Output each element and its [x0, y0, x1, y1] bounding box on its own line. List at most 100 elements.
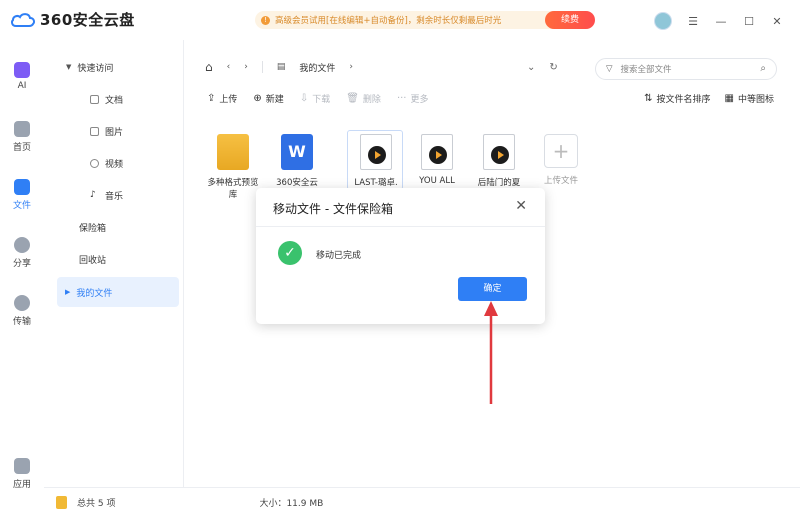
confirm-button[interactable]: 确定 — [458, 277, 527, 301]
status-bar: 总共 5 项 大小：11.9 MB — [44, 487, 800, 517]
sidebar-item-label: 视频 — [105, 159, 124, 170]
info-icon: ! — [261, 15, 270, 25]
cloud-logo-icon — [11, 12, 35, 27]
sidebar-item-videos[interactable]: 视频 — [90, 148, 180, 178]
sidebar-item-label: 我的文件 — [76, 288, 113, 299]
rail-item-share[interactable]: 分享 — [0, 237, 44, 269]
view-mode-button[interactable]: ▦ 中等图标 — [725, 92, 774, 105]
menu-icon[interactable]: ☰ — [686, 14, 700, 28]
forward-icon[interactable]: › — [244, 62, 248, 72]
close-icon[interactable]: ✕ — [515, 198, 527, 214]
sort-label: 按文件名排序 — [656, 95, 711, 105]
rail-item-transfer[interactable]: 传输 — [0, 295, 44, 327]
upload-tile[interactable]: + 上传文件 — [533, 134, 589, 186]
maximize-icon[interactable]: ☐ — [742, 14, 756, 28]
music-icon: ♪ — [90, 189, 96, 200]
transfer-icon — [14, 295, 30, 311]
expand-triangle-icon: ▶ — [65, 288, 71, 296]
search-icon[interactable]: ⌕ — [760, 63, 766, 74]
home-icon — [14, 121, 30, 137]
rail-label: 应用 — [12, 480, 31, 490]
breadcrumb-current[interactable]: 我的文件 — [299, 61, 335, 74]
nav-actions: ⌄ ↻ — [527, 62, 558, 73]
video-file-icon — [421, 134, 453, 170]
home-icon[interactable]: ⌂ — [205, 60, 213, 74]
new-label: 新建 — [265, 95, 284, 105]
filter-icon[interactable]: ▽ — [606, 64, 613, 74]
sidebar-item-my-files[interactable]: ▶ 我的文件 — [57, 277, 179, 307]
delete-label: 删除 — [362, 95, 381, 105]
sidebar-item-images[interactable]: 图片 — [90, 116, 180, 146]
video-file-icon — [360, 134, 392, 170]
back-icon[interactable]: ‹ — [227, 62, 231, 72]
upload-button[interactable]: ⇪ 上传 — [207, 92, 237, 105]
file-item[interactable]: LAST-璐卓. — [348, 134, 404, 188]
download-icon: ⇩ — [299, 93, 309, 104]
file-name: YOU ALL — [419, 176, 455, 186]
upload-icon: ⇪ — [207, 93, 216, 104]
avatar[interactable] — [654, 12, 672, 30]
image-icon — [90, 126, 99, 136]
divider — [256, 226, 545, 227]
window-controls: ☰ — ☐ ✕ — [654, 12, 784, 30]
sidebar-item-documents[interactable]: 文档 — [90, 84, 180, 114]
ellipsis-icon: ··· — [396, 93, 407, 104]
file-name: 360安全云 — [276, 178, 318, 188]
rail-item-apps[interactable]: 应用 — [0, 458, 44, 490]
sidebar-item-quick-access[interactable]: ▼ 快速访问 — [58, 52, 180, 82]
folder-path-icon: ▤ — [276, 62, 286, 72]
minimize-icon[interactable]: — — [714, 14, 728, 28]
sidebar: ▼ 快速访问 文档 图片 视频 ♪ 音乐 保险箱 回收站 ▶ 我的文件 — [44, 40, 184, 487]
file-icon — [14, 179, 30, 195]
folder-icon — [217, 134, 249, 170]
upload-tile-label: 上传文件 — [543, 176, 578, 186]
more-button[interactable]: ··· 更多 — [397, 92, 429, 105]
sidebar-item-vault[interactable]: 保险箱 — [58, 212, 180, 242]
dialog-message: 移动已完成 — [316, 251, 362, 261]
delete-button[interactable]: 🗑 删除 — [346, 92, 381, 105]
file-item[interactable]: 后陆门的夏 — [471, 134, 527, 188]
more-label: 更多 — [410, 95, 429, 105]
close-icon[interactable]: ✕ — [770, 14, 784, 28]
view-options: ⇅ 按文件名排序 ▦ 中等图标 — [644, 92, 774, 105]
collapse-triangle-icon: ▼ — [66, 63, 72, 71]
chevron-down-icon[interactable]: ⌄ — [527, 62, 535, 73]
move-complete-dialog: 移动文件 - 文件保险箱 ✕ ✓ 移动已完成 确定 — [256, 188, 545, 324]
search-placeholder: 搜索全部文件 — [620, 65, 672, 75]
title-bar: 360安全云盘 ! 高级会员试用[在线编辑+自动备份]，剩余时长仅剩最后时光 续… — [0, 0, 800, 40]
new-button[interactable]: ⊕ 新建 — [253, 92, 283, 105]
rail-label: 文件 — [12, 201, 31, 211]
sort-button[interactable]: ⇅ 按文件名排序 — [644, 92, 710, 105]
sidebar-item-label: 快速访问 — [77, 63, 114, 74]
app-logo: 360安全云盘 — [10, 9, 135, 30]
file-item[interactable]: W 360安全云 — [269, 134, 325, 188]
sidebar-item-music[interactable]: ♪ 音乐 — [90, 180, 180, 210]
plus-circle-icon: ⊕ — [253, 93, 262, 104]
sidebar-item-label: 保险箱 — [79, 223, 107, 234]
search-input[interactable]: ▽ 搜索全部文件 ⌕ — [595, 58, 777, 80]
refresh-icon[interactable]: ↻ — [549, 62, 557, 73]
dialog-title: 移动文件 - 文件保险箱 — [273, 202, 393, 216]
rail-item-files[interactable]: 文件 — [0, 179, 44, 211]
trash-icon: 🗑 — [346, 93, 359, 104]
sidebar-item-label: 文档 — [105, 95, 124, 106]
sidebar-item-label: 图片 — [105, 127, 124, 138]
file-item[interactable]: 多种格式预览库 — [205, 134, 261, 200]
breadcrumb: ⌂ ‹ › ▤ 我的文件 › — [205, 60, 353, 74]
left-rail: AI 首页 文件 分享 传输 应用 — [0, 40, 44, 517]
file-item[interactable]: YOU ALL — [409, 134, 465, 186]
item-count: 总共 5 项 — [77, 499, 116, 509]
share-icon — [14, 237, 30, 253]
upload-label: 上传 — [219, 95, 238, 105]
apps-icon — [14, 458, 30, 474]
sidebar-item-recycle-bin[interactable]: 回收站 — [58, 244, 180, 274]
download-button[interactable]: ⇩ 下载 — [300, 92, 330, 105]
rail-item-ai[interactable]: AI — [0, 62, 44, 91]
renew-button[interactable]: 续费 — [545, 11, 595, 29]
promo-banner[interactable]: ! 高级会员试用[在线编辑+自动备份]，剩余时长仅剩最后时光 续费 — [255, 11, 595, 29]
check-circle-icon: ✓ — [278, 241, 302, 265]
plus-icon: + — [544, 134, 578, 168]
file-name: LAST-璐卓. — [354, 178, 398, 188]
app-title: 360安全云盘 — [40, 11, 135, 29]
rail-item-home[interactable]: 首页 — [0, 121, 44, 153]
